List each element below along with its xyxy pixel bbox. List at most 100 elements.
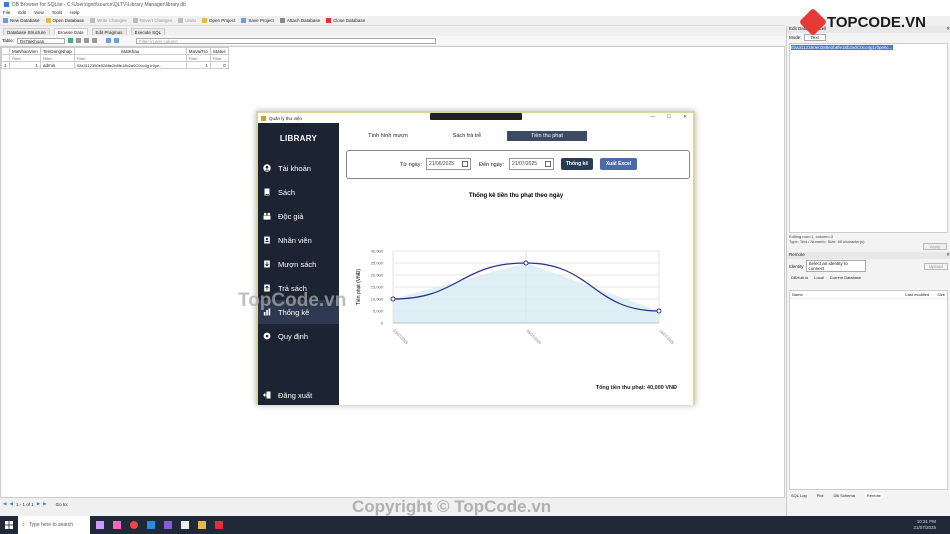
cell-editor[interactable]: 02a3112350e0288e2b8fe18b2a0C0co4g1r0pe6c… [789, 43, 948, 233]
windows-start-icon[interactable] [0, 521, 18, 529]
column-header[interactable]: TenDangNhap [39, 47, 75, 55]
refresh-icon[interactable] [68, 38, 74, 43]
undo-button[interactable]: Undo [178, 18, 196, 23]
readers-icon [263, 212, 271, 220]
logout-icon [263, 391, 271, 399]
menu-file[interactable]: File [3, 10, 10, 15]
close-button[interactable]: ✕ [683, 114, 687, 120]
attach-database-button[interactable]: Attach Database [279, 18, 320, 23]
revert-changes-button[interactable]: Revert Changes [132, 18, 172, 23]
remote-list[interactable]: Name Last modified Size [789, 290, 948, 490]
column-header[interactable]: MaVaiTro [185, 47, 211, 55]
cell[interactable]: 1 [9, 61, 41, 69]
tab-borrow-status[interactable]: Tình hình mượn [355, 131, 421, 141]
column-header[interactable]: MaNhanVien [9, 47, 41, 55]
column-filter-input[interactable] [188, 55, 208, 61]
open-project-button[interactable]: Open Project [202, 18, 235, 23]
statistics-button[interactable]: Thống kê [561, 158, 593, 170]
upload-button[interactable]: Upload [923, 262, 948, 270]
tab-remote[interactable]: Remote [864, 493, 883, 498]
remote-close-icon[interactable]: ✕ [946, 252, 950, 259]
tab-browse-data[interactable]: Browse Data [53, 28, 88, 35]
recorder-icon[interactable] [215, 521, 223, 529]
save-filter-icon[interactable] [84, 38, 90, 43]
db-browser-icon[interactable] [181, 521, 189, 529]
tab-plot[interactable]: Plot [817, 493, 824, 498]
next-page-button[interactable]: ▶ [37, 501, 40, 507]
tab-execute-sql[interactable]: Execute SQL [130, 28, 166, 35]
tab-late-books[interactable]: Sách trả trễ [432, 131, 502, 141]
save-project-button[interactable]: Save Project [241, 18, 274, 23]
visual-studio-icon[interactable] [164, 521, 172, 529]
menu-edit[interactable]: Edit [18, 10, 26, 15]
column-filter-input[interactable] [76, 55, 184, 61]
maximize-button[interactable]: ☐ [667, 114, 671, 120]
column-header[interactable]: Status [209, 47, 229, 55]
file-explorer-icon[interactable] [198, 521, 206, 529]
apply-button[interactable]: Apply [922, 243, 947, 250]
cell[interactable]: 02a3112350e0288e2b8fe18b2a0C0co4g1r0pe..… [73, 61, 187, 69]
db-tabs: Database Structure Browse Data Edit Prag… [0, 27, 400, 35]
cell[interactable]: 1 [185, 61, 211, 69]
tab-current-db[interactable]: Current Database [830, 275, 862, 280]
row-number[interactable]: 1 [1, 61, 10, 69]
table-select[interactable]: DsTaiKhoan [17, 37, 66, 44]
menu-help[interactable]: Help [70, 10, 79, 15]
vscode-icon[interactable] [147, 521, 155, 529]
tab-sql-log[interactable]: SQL Log [791, 493, 807, 498]
calendar-icon[interactable] [545, 161, 551, 167]
menu-view[interactable]: View [34, 10, 44, 15]
nav-staff[interactable]: Nhân viên [258, 228, 339, 252]
export-excel-button[interactable]: Xuất Excel [600, 158, 637, 170]
nav-books[interactable]: Sách [258, 180, 339, 204]
cell[interactable]: admin [39, 61, 75, 69]
mode-select[interactable]: Text [803, 34, 826, 41]
column-filter-input[interactable] [212, 55, 226, 61]
corner-cell[interactable] [1, 47, 10, 55]
first-page-button[interactable]: ◀ [3, 501, 6, 507]
tab-local[interactable]: Local [814, 275, 824, 280]
y-tick-label: 15,000 [371, 285, 384, 290]
chart-title: Thống kê tiền thu phạt theo ngày [469, 192, 564, 199]
new-database-button[interactable]: New Database [3, 18, 40, 23]
open-database-button[interactable]: Open Database [45, 18, 84, 23]
table-row[interactable]: 1 1 admin 02a3112350e0288e2b8fe18b2a0C0c… [1, 61, 229, 69]
tab-dbhub[interactable]: DBHub.io [791, 275, 808, 280]
insert-record-icon[interactable] [106, 38, 112, 43]
to-date-picker[interactable]: 21/07/2025 [509, 158, 554, 170]
minimize-button[interactable]: — [651, 114, 656, 119]
close-database-button[interactable]: Close Database [326, 18, 365, 23]
filter-clear-icon[interactable] [76, 38, 82, 43]
menu-tools[interactable]: Tools [52, 10, 63, 15]
chrome-icon[interactable] [130, 521, 138, 529]
identity-select[interactable]: Select an identity to connect [805, 260, 866, 272]
prev-page-button[interactable]: ◀ [9, 501, 12, 507]
dock-close-icon[interactable]: ✕ [946, 26, 950, 33]
taskbar-search[interactable]: ⌕ Type here to search [18, 516, 90, 534]
nav-accounts[interactable]: Tài khoản [258, 156, 339, 180]
nav-borrow[interactable]: Mượn sách [258, 252, 339, 276]
column-header[interactable]: MatKhau [73, 47, 187, 55]
logout-button[interactable]: Đăng xuất [258, 383, 339, 407]
app-icon-1[interactable] [113, 521, 121, 529]
app-window-icon [261, 115, 266, 121]
cell[interactable]: 0 [209, 61, 229, 69]
nav-rules[interactable]: Quy định [258, 324, 339, 348]
taskbar: ⌕ Type here to search 10:31 PM 21/07/202… [0, 516, 950, 534]
column-filter-input[interactable] [42, 55, 72, 61]
tab-fines[interactable]: Tiền thu phạt [507, 131, 587, 141]
last-page-button[interactable]: ▶ [43, 501, 46, 507]
from-date-picker[interactable]: 21/06/2025 [426, 158, 471, 170]
print-icon[interactable] [92, 38, 98, 43]
global-filter-input[interactable]: Filter in any column [136, 37, 437, 44]
write-changes-button[interactable]: Write Changes [90, 18, 127, 23]
clock[interactable]: 10:31 PM 21/07/2025 [913, 519, 950, 531]
tab-database-structure[interactable]: Database Structure [3, 28, 50, 35]
nav-readers[interactable]: Độc giả [258, 204, 339, 228]
delete-record-icon[interactable] [114, 38, 120, 43]
tab-db-schema[interactable]: DB Schema [834, 493, 855, 498]
column-filter-input[interactable] [12, 55, 38, 61]
task-view-icon[interactable] [96, 521, 104, 529]
calendar-icon[interactable] [462, 161, 468, 167]
tab-edit-pragmas[interactable]: Edit Pragmas [91, 28, 127, 35]
